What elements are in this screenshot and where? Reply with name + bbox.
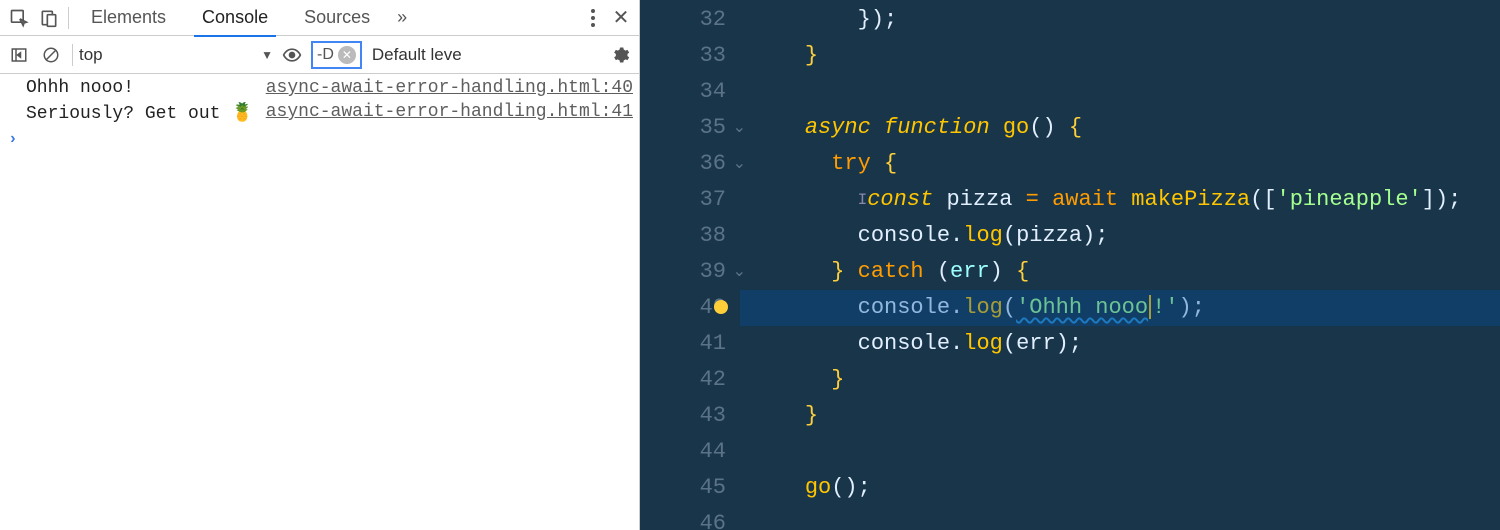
- line-number[interactable]: 43: [640, 398, 740, 434]
- clear-filter-icon[interactable]: ✕: [338, 46, 356, 64]
- code-line[interactable]: [740, 434, 1500, 470]
- line-number[interactable]: 37: [640, 182, 740, 218]
- code-editor[interactable]: 32333435⌄36⌄373839⌄40414243444546 }); } …: [640, 0, 1500, 530]
- code-line[interactable]: });: [740, 2, 1500, 38]
- prompt-chevron-icon: ›: [8, 130, 18, 148]
- line-number[interactable]: 33: [640, 38, 740, 74]
- line-number[interactable]: 46: [640, 506, 740, 530]
- ibeam-marker: I: [858, 191, 868, 209]
- device-toggle-icon[interactable]: [34, 3, 64, 33]
- clear-console-icon[interactable]: [36, 40, 66, 70]
- line-number[interactable]: 36⌄: [640, 146, 740, 182]
- filter-value: -D: [317, 46, 334, 64]
- devtools-tabs-bar: Elements Console Sources » ✕: [0, 0, 639, 36]
- code-line[interactable]: console.log(pizza);: [740, 218, 1500, 254]
- code-line[interactable]: console.log(err);: [740, 326, 1500, 362]
- line-number[interactable]: 38: [640, 218, 740, 254]
- code-line[interactable]: [740, 506, 1500, 530]
- code-line[interactable]: go();: [740, 470, 1500, 506]
- lightbulb-hint-icon[interactable]: [714, 300, 728, 314]
- message-text: Seriously? Get out 🍍: [26, 102, 254, 124]
- toggle-sidebar-icon[interactable]: [4, 40, 34, 70]
- eye-icon[interactable]: [277, 40, 307, 70]
- line-gutter: 32333435⌄36⌄373839⌄40414243444546: [640, 0, 740, 530]
- console-toolbar: top ▼ -D ✕ Default leve: [0, 36, 639, 74]
- tabs-overflow-icon[interactable]: »: [388, 7, 416, 28]
- console-message: Seriously? Get out 🍍 async-await-error-h…: [0, 100, 639, 126]
- log-levels-selector[interactable]: Default leve: [372, 45, 482, 65]
- separator: [68, 7, 69, 29]
- line-number[interactable]: 39⌄: [640, 254, 740, 290]
- line-number[interactable]: 44: [640, 434, 740, 470]
- line-number[interactable]: 34: [640, 74, 740, 110]
- tab-sources[interactable]: Sources: [286, 0, 388, 36]
- tab-elements[interactable]: Elements: [73, 0, 184, 36]
- console-message: Ohhh nooo! async-await-error-handling.ht…: [0, 76, 639, 100]
- code-line[interactable]: [740, 74, 1500, 110]
- kebab-menu-icon[interactable]: [579, 9, 607, 27]
- current-line-highlight: [740, 290, 1500, 326]
- code-line[interactable]: Iconst pizza = await makePizza(['pineapp…: [740, 182, 1500, 218]
- context-label: top: [79, 45, 103, 65]
- code-line[interactable]: }: [740, 38, 1500, 74]
- message-source-link[interactable]: async-await-error-handling.html:41: [266, 102, 633, 124]
- code-line[interactable]: try {: [740, 146, 1500, 182]
- inspect-element-icon[interactable]: [4, 3, 34, 33]
- code-line[interactable]: } catch (err) {: [740, 254, 1500, 290]
- context-selector[interactable]: top ▼: [79, 45, 275, 65]
- code-line[interactable]: }: [740, 362, 1500, 398]
- console-prompt[interactable]: ›: [0, 126, 639, 148]
- code-area[interactable]: }); } async function go() { try { Iconst…: [740, 0, 1500, 530]
- line-number[interactable]: 41: [640, 326, 740, 362]
- tab-console[interactable]: Console: [184, 0, 286, 36]
- message-text: Ohhh nooo!: [26, 78, 254, 98]
- console-output: Ohhh nooo! async-await-error-handling.ht…: [0, 74, 639, 530]
- filter-input[interactable]: -D ✕: [311, 41, 362, 69]
- line-number[interactable]: 35⌄: [640, 110, 740, 146]
- devtools-panel: Elements Console Sources » ✕: [0, 0, 640, 530]
- line-number[interactable]: 42: [640, 362, 740, 398]
- line-number[interactable]: 45: [640, 470, 740, 506]
- gear-icon[interactable]: [605, 40, 635, 70]
- chevron-down-icon: ▼: [261, 48, 273, 62]
- message-source-link[interactable]: async-await-error-handling.html:40: [266, 78, 633, 98]
- separator: [72, 44, 73, 66]
- code-line[interactable]: }: [740, 398, 1500, 434]
- code-line[interactable]: async function go() {: [740, 110, 1500, 146]
- line-number[interactable]: 32: [640, 2, 740, 38]
- close-devtools-icon[interactable]: ✕: [607, 5, 635, 30]
